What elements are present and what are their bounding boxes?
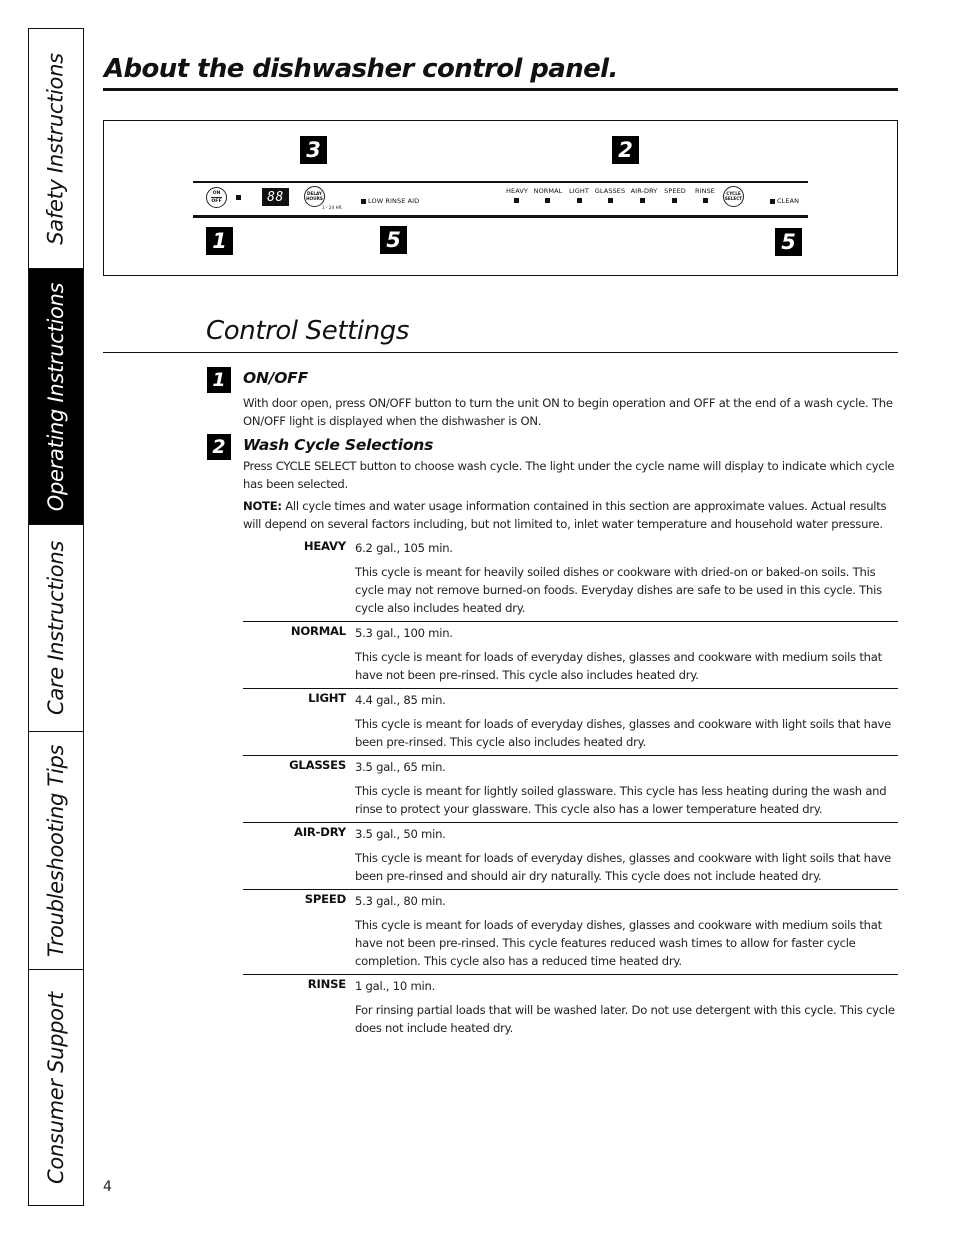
- digital-display: 88: [262, 188, 289, 206]
- cycle-light-heavy: [514, 198, 519, 203]
- cycle-select-button[interactable]: CYCLE SELECT: [723, 186, 744, 207]
- section-tabs: Safety Instructions Operating Instructio…: [28, 28, 84, 1206]
- cycle-usage: 1 gal., 10 min.: [355, 979, 436, 993]
- cycle-row-speed: SPEED 5.3 gal., 80 min. This cycle is me…: [243, 890, 898, 975]
- note-label: NOTE:: [243, 499, 282, 513]
- tab-label: Troubleshooting Tips: [44, 744, 68, 957]
- cycle-usage: 4.4 gal., 85 min.: [355, 693, 446, 707]
- cycle-label-glasses: GLASSES: [594, 187, 626, 195]
- tab-label: Operating Instructions: [44, 282, 68, 511]
- select-label: SELECT: [724, 195, 743, 201]
- callout-rinse-aid: 5: [380, 226, 407, 254]
- wash-cycle-note: NOTE: All cycle times and water usage in…: [243, 497, 898, 533]
- panel-top-edge: [193, 181, 808, 183]
- low-rinse-aid-indicator-light: [361, 199, 366, 204]
- tab-label: Care Instructions: [44, 541, 68, 715]
- cycle-light-normal: [545, 198, 550, 203]
- on-off-description: With door open, press ON/OFF button to t…: [243, 396, 893, 428]
- on-off-button[interactable]: ON OFF: [206, 187, 227, 208]
- on-off-indicator-light: [236, 195, 241, 200]
- cycle-label-heavy: HEAVY: [506, 187, 528, 195]
- cycle-name: GLASSES: [289, 758, 346, 772]
- title-divider: [103, 88, 898, 91]
- cycle-usage: 6.2 gal., 105 min.: [355, 541, 453, 555]
- cycle-usage: 3.5 gal., 50 min.: [355, 827, 446, 841]
- low-rinse-aid-label: LOW RINSE AID: [368, 197, 420, 205]
- cycle-usage: 3.5 gal., 65 min.: [355, 760, 446, 774]
- cycle-row-heavy: HEAVY 6.2 gal., 105 min. This cycle is m…: [243, 537, 898, 622]
- cycle-label-air-dry: AIR-DRY: [630, 187, 658, 195]
- cycle-label-speed: SPEED: [664, 187, 686, 195]
- note-text: All cycle times and water usage informat…: [243, 499, 887, 531]
- cycle-light-air-dry: [640, 198, 645, 203]
- cycle-description: This cycle is meant for loads of everyda…: [355, 851, 892, 883]
- cycle-description: This cycle is meant for loads of everyda…: [355, 717, 892, 749]
- page-number: 4: [103, 1179, 112, 1195]
- wash-cycle-description: Press CYCLE SELECT button to choose wash…: [243, 459, 895, 491]
- item-number-badge: 2: [207, 434, 231, 460]
- cycle-list: HEAVY 6.2 gal., 105 min. This cycle is m…: [243, 537, 898, 1041]
- cycle-light-rinse: [703, 198, 708, 203]
- page-title: About the dishwasher control panel.: [104, 54, 618, 84]
- cycle-row-normal: NORMAL 5.3 gal., 100 min. This cycle is …: [243, 622, 898, 689]
- tab-label: Safety Instructions: [44, 52, 69, 245]
- section-title: Control Settings: [206, 316, 410, 346]
- delay-range-label: 1 - 24 HR.: [322, 205, 343, 210]
- clean-indicator-light: [770, 199, 775, 204]
- cycle-light-glasses: [608, 198, 613, 203]
- cycle-name: AIR-DRY: [294, 825, 346, 839]
- cycle-row-air-dry: AIR-DRY 3.5 gal., 50 min. This cycle is …: [243, 823, 898, 890]
- tab-care-instructions[interactable]: Care Instructions: [29, 525, 83, 732]
- tab-label: Consumer Support: [44, 992, 69, 1184]
- cycle-description: This cycle is meant for lightly soiled g…: [355, 784, 887, 816]
- cycle-light-light: [577, 198, 582, 203]
- panel-bottom-edge: [193, 215, 808, 218]
- delay-hours-button[interactable]: DELAY HOURS: [304, 186, 325, 207]
- cycle-label-rinse: RINSE: [694, 187, 716, 195]
- cycle-light-speed: [672, 198, 677, 203]
- cycle-description: This cycle is meant for loads of everyda…: [355, 918, 882, 968]
- callout-clean: 5: [775, 228, 802, 256]
- tab-consumer-support[interactable]: Consumer Support: [29, 970, 83, 1206]
- callout-cycle: 2: [612, 136, 639, 164]
- cycle-label-light: LIGHT: [569, 187, 589, 195]
- cycle-name: RINSE: [307, 977, 346, 991]
- cycle-row-glasses: GLASSES 3.5 gal., 65 min. This cycle is …: [243, 756, 898, 823]
- tab-operating-instructions[interactable]: Operating Instructions: [29, 269, 83, 525]
- item-heading-on-off: ON/OFF: [243, 369, 308, 387]
- cycle-name: LIGHT: [308, 691, 346, 705]
- item-number-badge: 1: [207, 367, 231, 393]
- section-divider: [103, 352, 898, 353]
- cycle-name: SPEED: [304, 892, 347, 906]
- cycle-name: NORMAL: [290, 624, 346, 638]
- cycle-usage: 5.3 gal., 100 min.: [355, 626, 453, 640]
- off-label: OFF: [211, 198, 222, 204]
- cycle-row-rinse: RINSE 1 gal., 10 min. For rinsing partia…: [243, 975, 898, 1041]
- callout-on-off: 1: [206, 227, 233, 255]
- callout-delay: 3: [300, 136, 327, 164]
- cycle-label-normal: NORMAL: [533, 187, 563, 195]
- cycle-description: This cycle is meant for heavily soiled d…: [355, 565, 882, 615]
- cycle-description: This cycle is meant for loads of everyda…: [355, 650, 882, 682]
- cycle-usage: 5.3 gal., 80 min.: [355, 894, 446, 908]
- cycle-row-light: LIGHT 4.4 gal., 85 min. This cycle is me…: [243, 689, 898, 756]
- hours-label: HOURS: [306, 195, 323, 201]
- cycle-description: For rinsing partial loads that will be w…: [355, 1003, 895, 1035]
- clean-label: CLEAN: [777, 197, 800, 205]
- tab-troubleshooting-tips[interactable]: Troubleshooting Tips: [29, 732, 83, 970]
- cycle-name: HEAVY: [303, 539, 346, 553]
- tab-safety-instructions[interactable]: Safety Instructions: [29, 29, 83, 269]
- on-label: ON: [212, 190, 221, 196]
- item-heading-wash-cycle: Wash Cycle Selections: [243, 436, 434, 454]
